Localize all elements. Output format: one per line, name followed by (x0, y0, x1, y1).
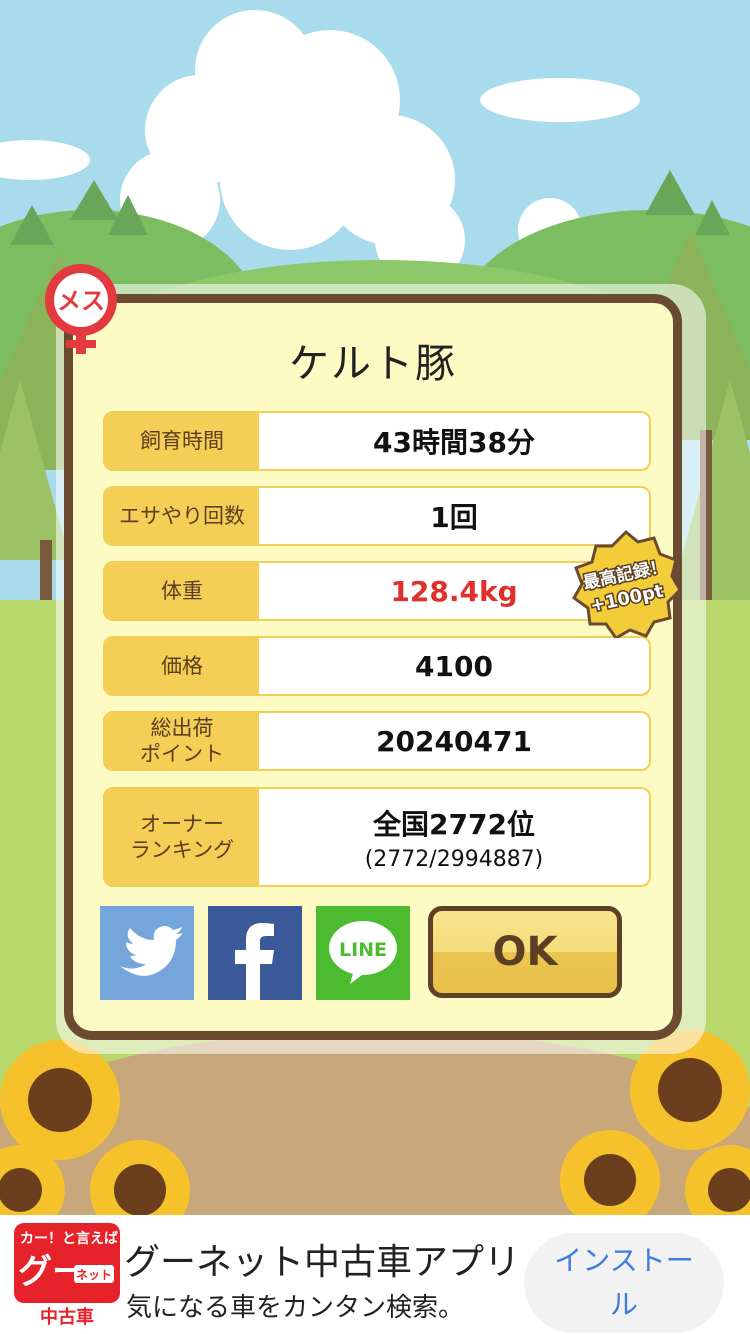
ranking-detail: (2772/2994887) (364, 846, 544, 872)
stat-row-raising-time: 飼育時間 43時間38分 (103, 411, 651, 471)
line-icon: LINE (329, 921, 397, 984)
stat-label: エサやり回数 (105, 488, 259, 544)
ad-install-button[interactable]: インストール (524, 1233, 724, 1333)
gender-label: メス (57, 287, 105, 315)
ok-button[interactable]: OK (428, 906, 622, 998)
stat-row-price: 価格 4100 (103, 636, 651, 696)
goo-net-logo: カー！と言えば グー ネット 中古車 (14, 1223, 120, 1327)
facebook-f-icon (235, 923, 274, 1000)
stat-row-feed-count: エサやり回数 1回 (103, 486, 651, 546)
facebook-share-button[interactable] (208, 906, 302, 1000)
stat-label: 飼育時間 (105, 413, 259, 469)
ad-banner[interactable]: カー！と言えば グー ネット 中古車 グーネット中古車アプリ 気になる車をカンタ… (0, 1215, 750, 1334)
stat-value-group: 全国2772位 (2772/2994887) (259, 789, 649, 885)
female-symbol-icon: メス (45, 264, 117, 354)
ranking-value: 全国2772位 (373, 807, 535, 841)
stat-value: 20240471 (376, 724, 532, 758)
twitter-share-button[interactable] (100, 906, 194, 1000)
pig-name-title: ケルト豚 (289, 341, 457, 387)
stat-row-weight: 体重 128.4kg (103, 561, 651, 621)
stat-label: 体重 (105, 563, 259, 619)
record-badge: 最高記録！ +100pt (572, 529, 680, 638)
stat-row-total-points: 総出荷 ポイント 20240471 (103, 711, 651, 771)
stat-value: 4100 (415, 649, 493, 683)
stat-value: 43時間38分 (373, 426, 535, 459)
stat-label: オーナー ランキング (105, 789, 259, 885)
ad-title: グーネット中古車アプリ (124, 1242, 521, 1283)
ad-logo-net: ネット (76, 1268, 112, 1282)
stat-label: 価格 (105, 638, 259, 694)
ad-subtitle: 気になる車をカンタン検索。 (126, 1293, 465, 1323)
ad-logo-tagline: カー！と言えば (20, 1230, 118, 1247)
line-text: LINE (339, 939, 387, 961)
line-share-button[interactable]: LINE (316, 906, 410, 1000)
ad-logo-used-car: 中古車 (40, 1306, 94, 1327)
twitter-bird-icon (120, 926, 183, 976)
stat-label: 総出荷 ポイント (105, 713, 259, 769)
stat-row-owner-ranking: オーナー ランキング 全国2772位 (2772/2994887) (103, 787, 651, 887)
